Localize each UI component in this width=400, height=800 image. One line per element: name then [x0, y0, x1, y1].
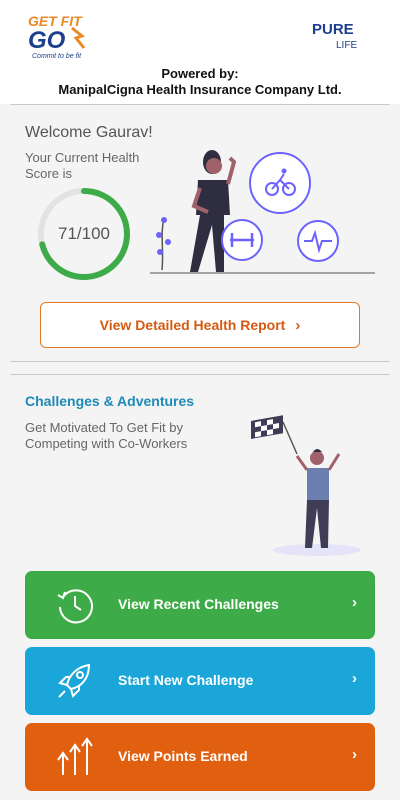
fitness-illustration [150, 150, 375, 274]
up-arrows-icon [57, 737, 93, 775]
svg-text:PURE: PURE [312, 21, 354, 38]
chevron-right-icon: › [352, 594, 357, 611]
start-new-challenge-label: Start New Challenge [118, 672, 254, 688]
company-name: ManipalCigna Health Insurance Company Lt… [58, 82, 342, 97]
chevron-right-icon: › [295, 316, 301, 334]
powered-by-label: Powered by: [161, 66, 239, 81]
chevron-right-icon: › [352, 746, 357, 763]
svg-text:GO: GO [28, 27, 66, 54]
pure-life-logo: PURE LIFE [312, 21, 357, 51]
history-clock-icon [57, 589, 93, 624]
flag-waving-illustration [251, 415, 361, 556]
view-points-earned-label: View Points Earned [118, 748, 248, 764]
header-divider [10, 104, 390, 105]
view-recent-challenges-label: View Recent Challenges [118, 596, 279, 612]
challenges-subtitle: Get Motivated To Get Fit by Competing wi… [25, 420, 188, 451]
view-recent-challenges-button[interactable]: View Recent Challenges › [25, 571, 375, 639]
section-divider-bottom [10, 374, 390, 375]
section-divider-top [10, 361, 390, 362]
chevron-right-icon: › [352, 670, 357, 687]
view-points-earned-button[interactable]: View Points Earned › [25, 723, 375, 791]
welcome-text: Welcome Gaurav! [25, 124, 153, 141]
view-health-report-label: View Detailed Health Report [99, 317, 286, 333]
health-score-value: 71/100 [58, 224, 110, 243]
rocket-icon [58, 663, 91, 698]
app-header: GET FIT GO Commit to be fit PURE LIFE Po… [0, 0, 400, 104]
get-fit-go-logo: GET FIT GO Commit to be fit [28, 13, 86, 60]
score-caption: Your Current Health Score is [25, 150, 140, 181]
view-health-report-button[interactable]: View Detailed Health Report › [40, 302, 360, 348]
svg-text:Commit to be fit: Commit to be fit [32, 53, 82, 60]
powered-by: Powered by: ManipalCigna Health Insuranc… [0, 66, 400, 98]
svg-text:LIFE: LIFE [336, 40, 357, 51]
challenges-title: Challenges & Adventures [25, 393, 195, 409]
start-new-challenge-button[interactable]: Start New Challenge › [25, 647, 375, 715]
